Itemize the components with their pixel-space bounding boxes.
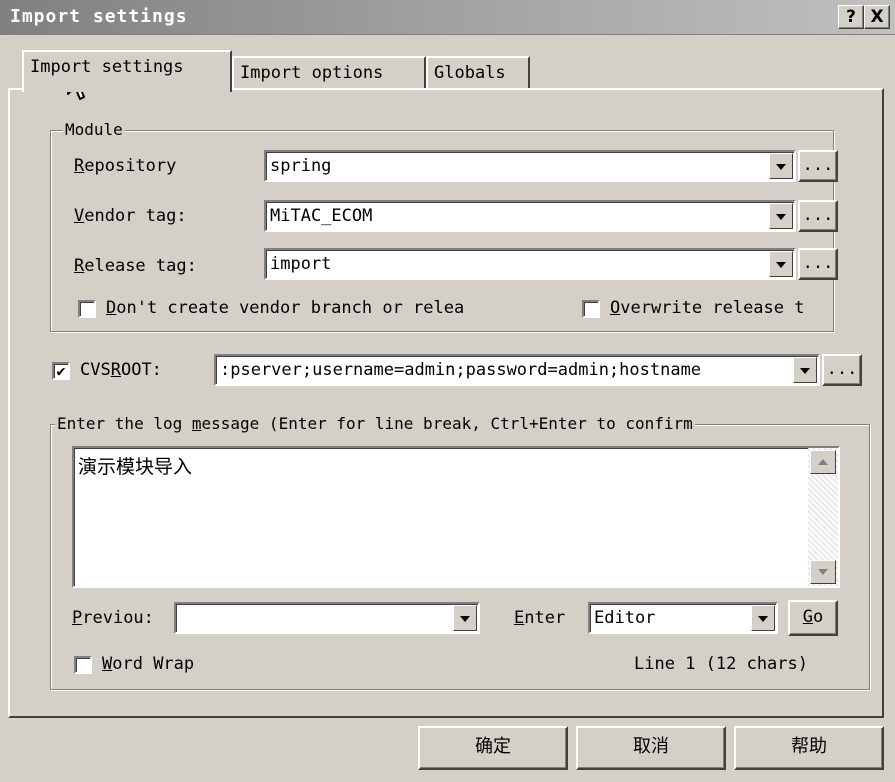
repository-label: Repository (74, 156, 177, 176)
vendor-tag-dropdown-button[interactable] (769, 203, 793, 229)
tab-import-options[interactable]: Import options (232, 56, 426, 90)
window-title: Import settings (10, 6, 188, 27)
vendor-tag-value: MiTAC_ECOM (270, 206, 373, 226)
import-settings-dialog: Import settings ? X Import settings Impo… (0, 0, 895, 782)
help-dialog-button[interactable]: 帮助 (734, 726, 884, 770)
tab-panel-import-settings: Module Repository spring ... Vendor tag:… (8, 88, 884, 718)
release-tag-browse-button[interactable]: ... (798, 248, 838, 280)
release-tag-label: Release tag: (74, 256, 197, 276)
scroll-down-button[interactable] (810, 560, 836, 584)
log-message-text: 演示模块导入 (78, 456, 193, 478)
previous-dropdown-button[interactable] (453, 605, 477, 631)
log-message-legend: Enter the log message (Enter for line br… (55, 414, 695, 433)
dont-create-branch-label: Don't create vendor branch or relea (106, 298, 465, 318)
previous-label: Previou: (72, 608, 154, 628)
tab-globals[interactable]: Globals (426, 56, 530, 90)
tab-import-settings[interactable]: Import settings (22, 50, 232, 92)
overwrite-release-checkbox[interactable] (582, 300, 600, 318)
release-tag-dropdown-button[interactable] (769, 251, 793, 277)
previous-messages-combobox[interactable] (174, 602, 480, 634)
cancel-button[interactable]: 取消 (576, 726, 726, 770)
line-status: Line 1 (12 chars) (634, 654, 808, 674)
ok-button[interactable]: 确定 (418, 726, 568, 770)
dont-create-branch-checkbox[interactable] (78, 300, 96, 318)
go-button[interactable]: Go (788, 600, 838, 636)
cvsroot-browse-button[interactable]: ... (822, 354, 862, 386)
module-legend: Module (63, 120, 125, 139)
close-button[interactable]: X (864, 5, 890, 29)
log-message-textarea[interactable]: 演示模块导入 (72, 446, 840, 588)
word-wrap-checkbox[interactable] (74, 656, 92, 674)
help-button[interactable]: ? (838, 5, 864, 29)
vendor-tag-combobox[interactable]: MiTAC_ECOM (264, 200, 796, 232)
editor-combobox[interactable]: Editor (588, 602, 778, 634)
release-tag-combobox[interactable]: import (264, 248, 796, 280)
word-wrap-label: Word Wrap (102, 654, 195, 674)
title-bar: Import settings ? X (0, 0, 895, 35)
repository-browse-button[interactable]: ... (798, 150, 838, 182)
cvsroot-label: CVSROOT: (80, 360, 162, 380)
cvsroot-combobox[interactable]: :pserver;username=admin;password=admin;h… (214, 354, 820, 386)
repository-value: spring (270, 156, 332, 176)
scroll-up-button[interactable] (810, 450, 836, 474)
release-tag-value: import (270, 254, 332, 274)
editor-value: Editor (594, 608, 656, 628)
cvsroot-checkbox[interactable]: ✔ (52, 362, 70, 380)
overwrite-release-label: Overwrite release t (610, 298, 805, 318)
log-message-scrollbar[interactable] (808, 448, 838, 586)
cvsroot-value: :pserver;username=admin;password=admin;h… (220, 360, 702, 380)
repository-dropdown-button[interactable] (769, 153, 793, 179)
vendor-tag-label: Vendor tag: (74, 206, 187, 226)
cvsroot-dropdown-button[interactable] (793, 357, 817, 383)
enter-label: Enter (514, 608, 566, 628)
editor-dropdown-button[interactable] (751, 605, 775, 631)
vendor-tag-browse-button[interactable]: ... (798, 200, 838, 232)
repository-combobox[interactable]: spring (264, 150, 796, 182)
